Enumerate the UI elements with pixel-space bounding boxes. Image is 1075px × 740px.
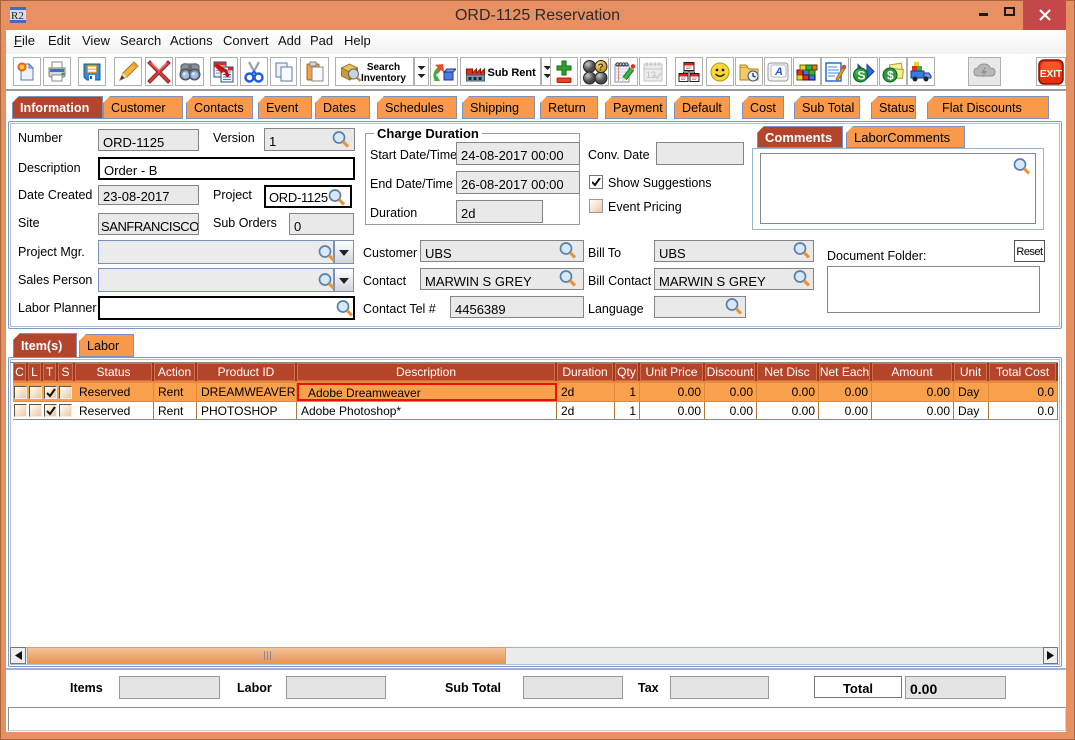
svg-text:Inventory: Inventory [360, 73, 405, 84]
svg-text:$: $ [887, 68, 894, 82]
svg-text:?: ? [597, 62, 603, 73]
svg-text:EXIT: EXIT [1040, 69, 1062, 80]
svg-text:A: A [774, 66, 783, 78]
svg-text:S: S [858, 68, 866, 82]
svg-text:Search: Search [366, 62, 399, 73]
svg-text:Sub Rent: Sub Rent [487, 67, 536, 79]
